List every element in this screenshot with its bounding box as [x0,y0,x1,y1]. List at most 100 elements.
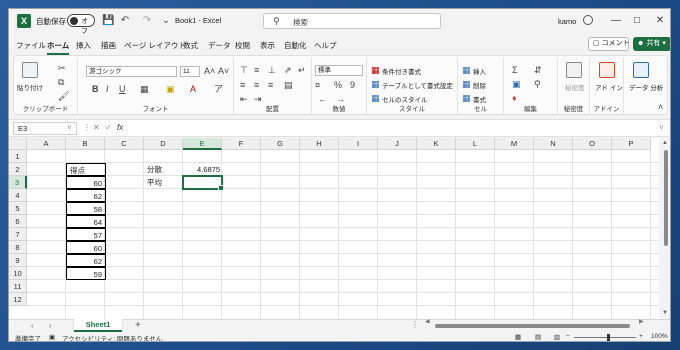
tab-insert[interactable]: 挿入 [76,40,91,51]
tab-automate[interactable]: 自動化 [284,40,307,51]
conditional-format-icon[interactable]: ▦ [371,65,380,75]
column-header-e[interactable]: E [183,138,222,150]
next-sheet-icon[interactable]: › [49,321,52,330]
format-cells-icon[interactable]: ▦ [462,93,471,103]
zoom-slider-knob[interactable] [607,334,610,341]
cell-B6[interactable]: 64 [66,215,106,228]
worksheet-grid[interactable]: ABCDEFGHIJKLMNOP 1 2 3 4 5 6 7 8 9 10 11 12 得点 60 6… [9,138,659,319]
scroll-left-icon[interactable]: ◀ [425,318,430,325]
column-header-b[interactable]: B [66,138,105,150]
column-header-k[interactable]: K [417,138,456,150]
sensitivity-icon[interactable] [566,62,582,78]
number-format-combo[interactable]: 標準 [315,65,363,76]
font-color-icon[interactable]: A [190,84,196,94]
column-header-c[interactable]: C [105,138,144,150]
accessibility-status[interactable]: アクセシビリティ: 問題ありません [62,333,162,341]
tab-data[interactable]: データ [208,40,231,51]
align-left-icon[interactable]: ≡ [240,80,245,90]
column-header-h[interactable]: H [300,138,339,150]
tab-draw[interactable]: 描画 [101,40,116,51]
zoom-out-icon[interactable]: − [566,333,570,340]
scroll-up-icon[interactable]: ▲ [662,140,668,146]
tab-splitter-icon[interactable]: ⋮ [411,320,419,329]
row-header-3[interactable]: 3 [9,176,27,189]
tab-page-layout[interactable]: ページ レイアウト [124,40,186,51]
addins-icon[interactable] [599,62,615,78]
customize-chevron-icon[interactable]: ⌄ [160,14,172,27]
close-icon[interactable]: ✕ [653,14,667,27]
tab-formulas[interactable]: 数式 [183,40,198,51]
name-box-dropdown-icon[interactable]: ˅ [67,123,72,132]
orientation-icon[interactable]: ⇗ [284,65,292,75]
font-size-combo[interactable]: 11 [180,66,200,77]
fill-icon[interactable]: ▣ [512,79,521,89]
find-select-icon[interactable]: ⚲ [534,79,541,89]
row-header-5[interactable]: 5 [9,202,27,215]
bold-icon[interactable]: B [92,84,99,94]
normal-view-icon[interactable]: ▦ [515,333,521,341]
align-right-icon[interactable]: ≡ [268,80,273,90]
zoom-level[interactable]: 100% [651,333,668,340]
column-header-f[interactable]: F [222,138,261,150]
collapse-ribbon-icon[interactable]: ˄ [658,102,663,112]
delete-cells-label[interactable]: 削除 [473,80,486,90]
paste-icon[interactable] [22,62,38,78]
currency-icon[interactable]: ¤ [315,80,320,90]
save-icon[interactable]: 💾 [102,14,114,27]
select-all-corner[interactable] [9,138,27,150]
search-box[interactable]: ⚲ 検索 [263,13,441,29]
phonetic-icon[interactable]: ア [214,84,223,94]
maximize-icon[interactable]: □ [630,14,644,27]
page-break-view-icon[interactable]: ▥ [554,333,560,341]
align-center-icon[interactable]: ≡ [254,80,259,90]
minimize-icon[interactable]: — [609,14,623,27]
fill-color-icon[interactable]: ▣ [166,84,175,94]
italic-icon[interactable]: I [106,84,109,94]
row-header-6[interactable]: 6 [9,215,27,228]
column-header-o[interactable]: O [573,138,612,150]
active-cell-E3[interactable] [182,175,224,191]
page-layout-view-icon[interactable]: ▤ [535,333,541,341]
wrap-text-icon[interactable]: ↵ [298,65,306,75]
font-name-combo[interactable]: 游ゴシック [86,66,177,77]
column-header-j[interactable]: J [378,138,417,150]
undo-icon[interactable]: ↶ [119,14,131,27]
row-header-7[interactable]: 7 [9,228,27,241]
merge-center-icon[interactable]: ▤ [284,80,293,90]
cell-B10[interactable]: 59 [66,267,106,280]
enter-icon[interactable]: ✓ [105,123,112,132]
cell-D2[interactable]: 分散 [144,163,184,176]
autosum-icon[interactable]: Σ [512,65,518,75]
cell-B8[interactable]: 60 [66,241,106,254]
cell-B4[interactable]: 62 [66,189,106,202]
cell-B7[interactable]: 57 [66,228,106,241]
add-sheet-icon[interactable]: + [135,320,141,331]
insert-cells-icon[interactable]: ▦ [462,65,471,75]
align-top-icon[interactable]: ⊤ [240,65,248,75]
increase-font-icon[interactable]: A˄ [204,66,215,76]
tab-file[interactable]: ファイル [16,40,46,51]
row-header-10[interactable]: 10 [9,267,27,280]
tab-home[interactable]: ホーム [47,40,70,55]
row-header-4[interactable]: 4 [9,189,27,202]
format-as-table-icon[interactable]: ▦ [371,79,380,89]
row-header-12[interactable]: 12 [9,293,27,306]
insert-function-icon[interactable]: fx [117,123,123,132]
account-icon[interactable] [583,15,593,25]
tab-help[interactable]: ヘルプ [314,40,337,51]
autosave-toggle[interactable]: オフ [67,14,95,35]
format-as-table-label[interactable]: テーブルとして書式設定 [382,80,453,90]
row-header-11[interactable]: 11 [9,280,27,293]
copy-icon[interactable]: ⧉ [58,77,64,87]
decrease-font-icon[interactable]: A˅ [218,66,229,76]
column-header-g[interactable]: G [261,138,300,150]
clear-icon[interactable]: ♦ [512,93,517,103]
vertical-scrollbar[interactable]: ▲ ▼ [661,138,670,319]
paste-label[interactable]: 貼り付け [17,82,43,92]
cell-B9[interactable]: 62 [66,254,106,267]
column-header-n[interactable]: N [534,138,573,150]
cell-D3[interactable]: 平均 [144,176,184,189]
column-header-l[interactable]: L [456,138,495,150]
cell-B2[interactable]: 得点 [66,163,106,176]
zoom-slider[interactable] [574,337,636,338]
